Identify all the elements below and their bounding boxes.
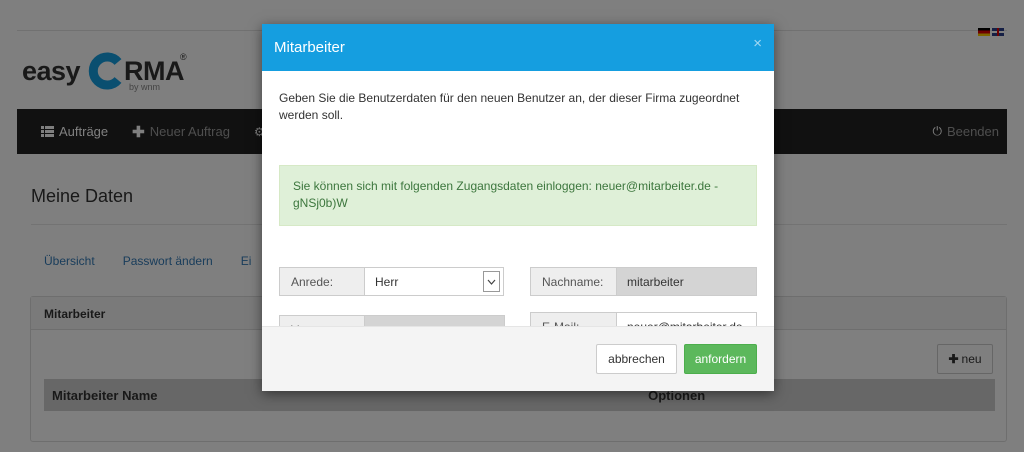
modal-footer: abbrechen anfordern: [262, 326, 774, 391]
success-alert: Sie können sich mit folgenden Zugangsdat…: [279, 165, 757, 226]
modal-header: Mitarbeiter ×: [262, 24, 774, 71]
submit-button[interactable]: anfordern: [684, 344, 757, 374]
nachname-field: Nachname: mitarbeiter: [530, 267, 757, 296]
modal-body: Geben Sie die Benutzerdaten für den neue…: [262, 71, 774, 344]
anrede-field: Anrede: Herr: [279, 267, 504, 296]
nachname-input[interactable]: mitarbeiter: [617, 267, 757, 296]
intro-text: Geben Sie die Benutzerdaten für den neue…: [279, 91, 740, 122]
close-icon[interactable]: ×: [753, 35, 762, 52]
modal-title: Mitarbeiter: [274, 39, 345, 56]
cancel-button[interactable]: abbrechen: [596, 344, 677, 374]
chevron-down-icon[interactable]: [483, 271, 500, 292]
anrede-select[interactable]: Herr: [365, 267, 504, 296]
employee-modal: Mitarbeiter × Geben Sie die Benutzerdate…: [262, 24, 774, 391]
anrede-label: Anrede:: [279, 267, 365, 296]
anrede-value: Herr: [375, 274, 399, 289]
nachname-label: Nachname:: [530, 267, 617, 296]
